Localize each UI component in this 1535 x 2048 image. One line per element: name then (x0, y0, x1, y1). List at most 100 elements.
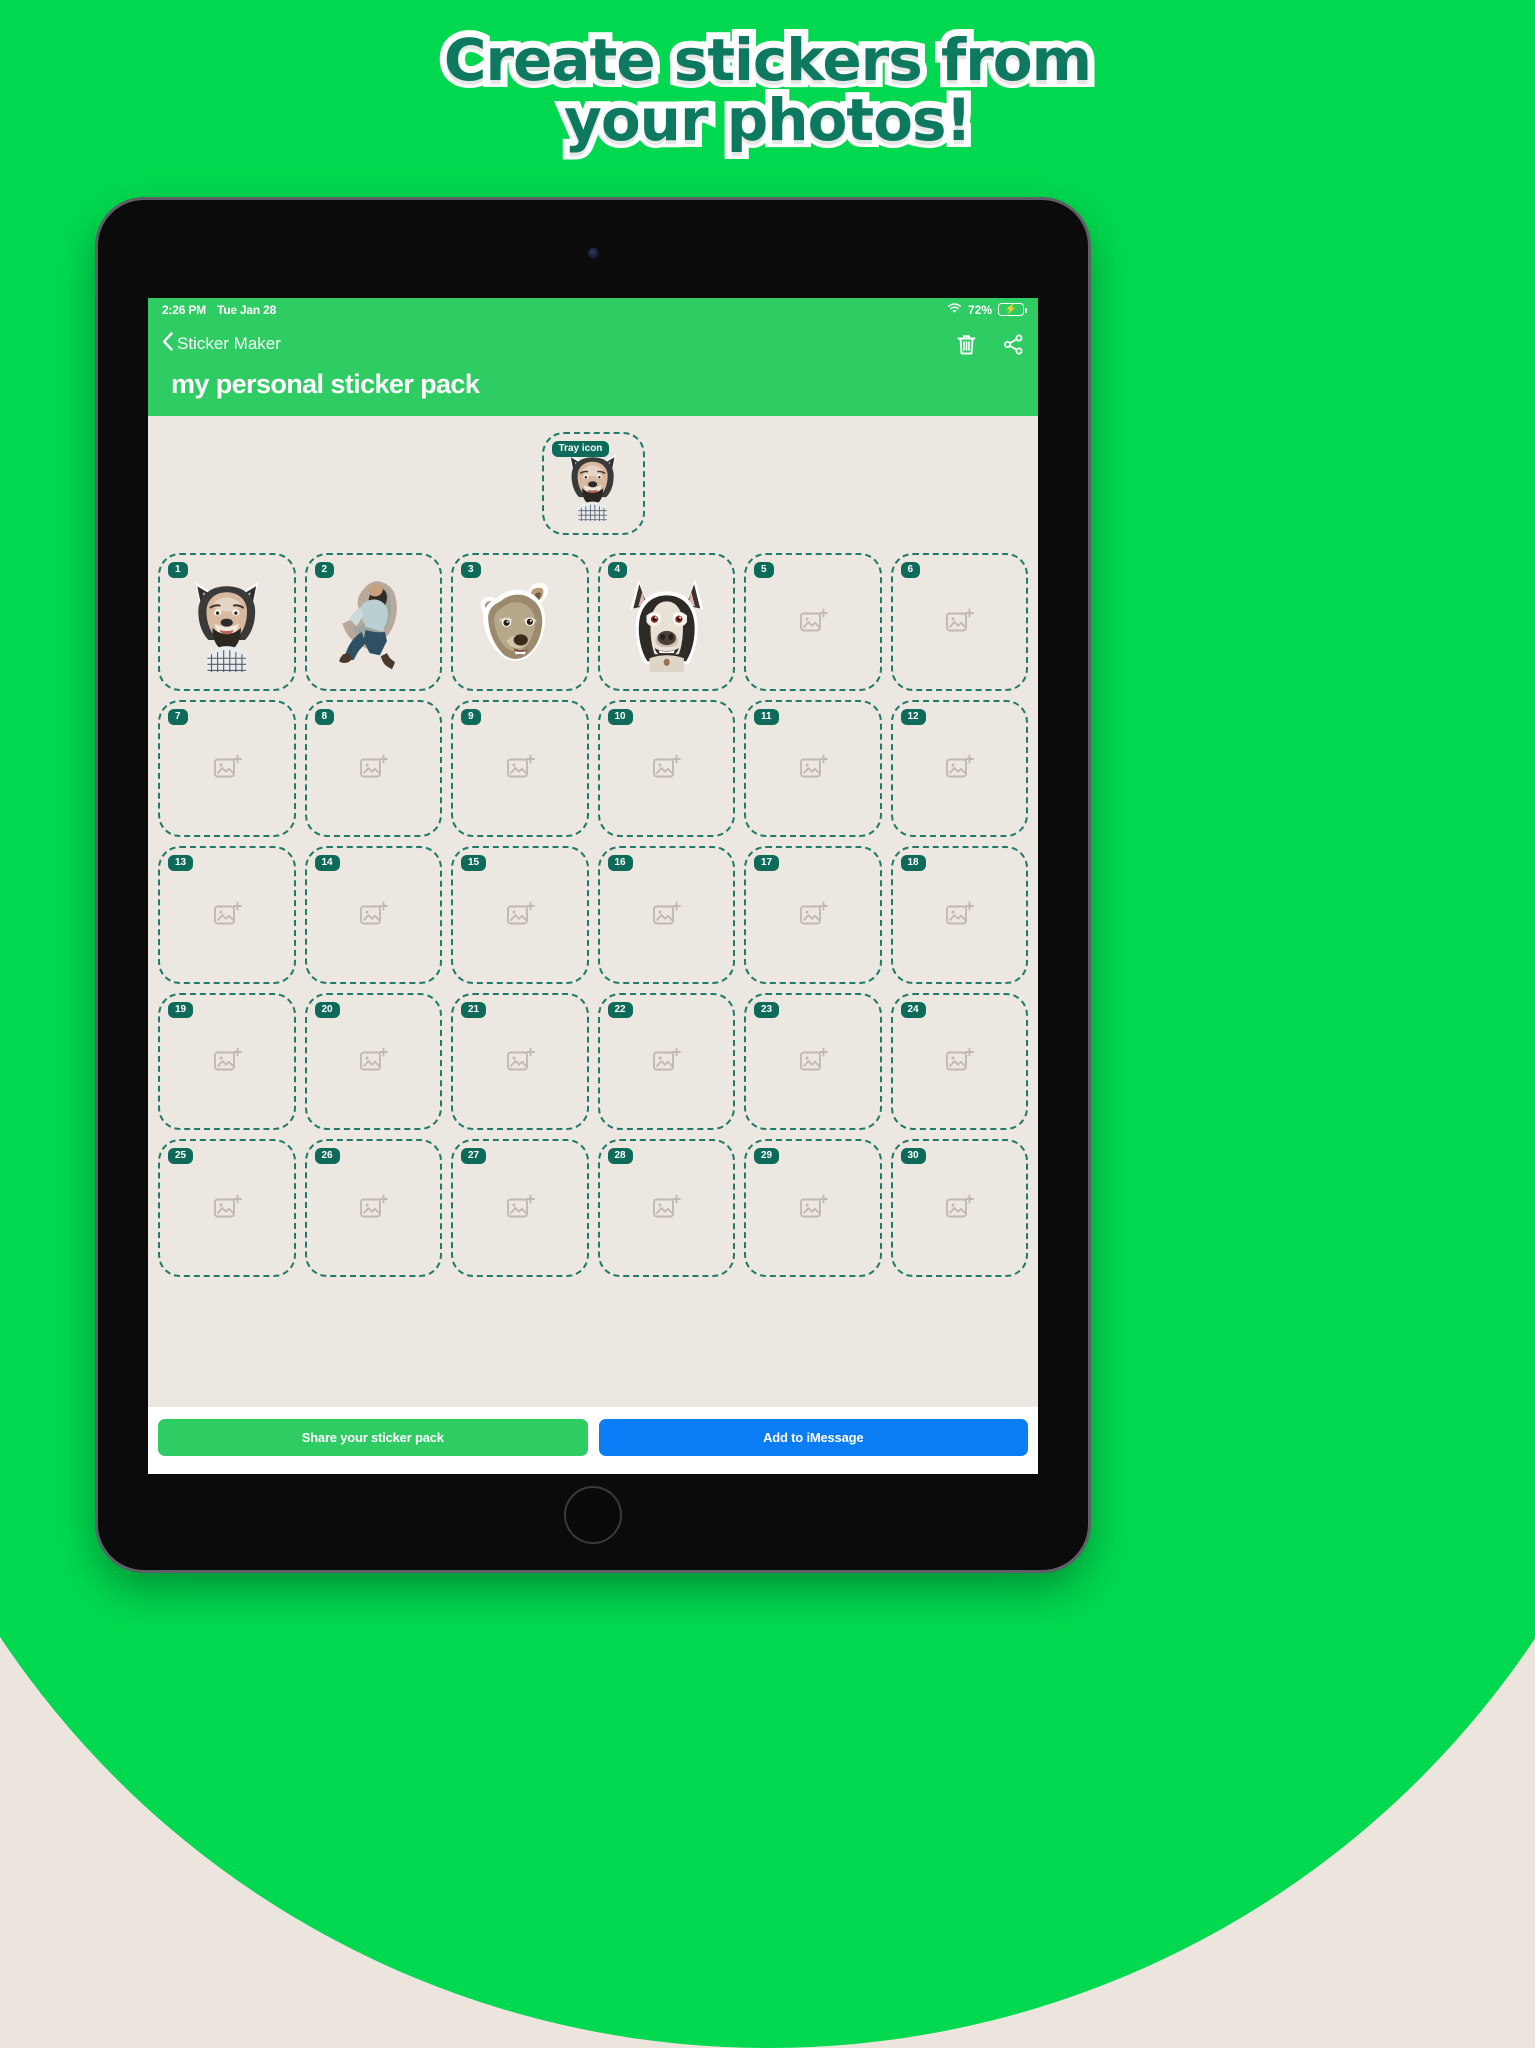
sticker-slot-13[interactable]: 13 (158, 846, 296, 984)
home-button[interactable] (564, 1486, 622, 1544)
sticker-slot-22[interactable]: 22 (597, 992, 735, 1130)
sticker-slot-badge: 15 (461, 855, 487, 871)
add-photo-icon (653, 1047, 682, 1071)
ipad-device-frame: 2:26 PM Tue Jan 28 72% ⚡ Sticker Maker m… (98, 200, 1088, 1570)
sticker-slot-badge: 1 (168, 562, 188, 578)
sticker-slot-badge: 7 (168, 708, 188, 725)
sticker-slot-21[interactable]: 21 (451, 992, 589, 1130)
add-photo-icon (799, 1047, 828, 1071)
sticker-slot-6[interactable]: 6 (890, 553, 1028, 691)
front-camera (587, 248, 599, 259)
add-photo-icon (799, 608, 828, 632)
add-photo-icon (653, 1194, 682, 1218)
sticker-slot-badge: 2 (314, 562, 335, 578)
sticker-slot-badge: 23 (754, 1001, 780, 1018)
sticker-slot-11[interactable]: 11 (744, 699, 882, 837)
sticker-slot-badge: 3 (461, 562, 481, 578)
wolf-face-man-sticker (569, 454, 617, 522)
sticker-slot-badge: 13 (168, 855, 194, 871)
sticker-slot-badge: 27 (461, 1148, 487, 1164)
sticker-slot-16[interactable]: 16 (597, 846, 735, 984)
sticker-slot-badge: 30 (900, 1148, 926, 1164)
sticker-slot-1[interactable]: 1 (158, 553, 296, 691)
jumping-man-sticker (338, 581, 397, 670)
sticker-slot-18[interactable]: 18 (890, 846, 1028, 984)
add-photo-icon (360, 1047, 389, 1071)
sticker-canvas: Tray icon 1 2 3 4 5 6 7 8 9 10 11 12 13 … (148, 416, 1038, 1407)
sticker-slot-19[interactable]: 19 (158, 992, 296, 1130)
add-photo-icon (213, 754, 242, 778)
sticker-slot-9[interactable]: 9 (451, 699, 589, 837)
wolf-face-man-sticker (195, 582, 259, 673)
add-photo-icon (213, 901, 242, 925)
trash-icon[interactable] (956, 333, 977, 356)
add-photo-icon (360, 754, 389, 778)
add-photo-icon (506, 1194, 535, 1218)
add-photo-icon (506, 754, 535, 778)
sticker-slot-2[interactable]: 2 (304, 553, 442, 691)
status-bar: 2:26 PM Tue Jan 28 72% ⚡ (148, 298, 1038, 321)
sticker-slot-7[interactable]: 7 (158, 699, 296, 837)
sticker-slot-12[interactable]: 12 (890, 699, 1028, 837)
sticker-slot-30[interactable]: 30 (890, 1139, 1028, 1277)
sticker-slot-badge: 10 (607, 708, 633, 725)
navigation-bar-top-row: Sticker Maker (162, 325, 1024, 363)
sticker-slot-24[interactable]: 24 (890, 992, 1028, 1130)
sticker-slot-badge: 11 (754, 708, 779, 725)
sticker-slot-badge: 20 (314, 1001, 340, 1018)
sticker-slot-badge: 29 (754, 1148, 780, 1164)
sticker-slot-26[interactable]: 26 (304, 1139, 442, 1277)
sticker-slot-badge: 25 (168, 1148, 194, 1164)
tray-icon-badge: Tray icon (551, 441, 610, 457)
sticker-slot-badge: 8 (314, 708, 335, 725)
sticker-grid: 1 2 3 4 5 6 7 8 9 10 11 12 13 14 15 16 1… (158, 553, 1028, 1277)
add-photo-icon (213, 1194, 242, 1218)
add-photo-icon (946, 608, 975, 632)
back-button[interactable]: Sticker Maker (162, 332, 281, 356)
wifi-icon (947, 302, 962, 317)
navigation-actions (956, 333, 1024, 356)
add-photo-icon (946, 754, 975, 778)
sticker-slot-badge: 17 (754, 855, 780, 871)
husky-face-sticker (629, 579, 703, 673)
add-photo-icon (360, 901, 389, 925)
add-photo-icon (653, 901, 682, 925)
share-icon[interactable] (1003, 334, 1024, 355)
status-bar-left: 2:26 PM Tue Jan 28 (162, 303, 276, 317)
add-photo-icon (946, 1194, 975, 1218)
status-time: 2:26 PM (162, 302, 206, 317)
add-photo-icon (799, 901, 828, 925)
sticker-slot-25[interactable]: 25 (158, 1139, 296, 1277)
sticker-slot-4[interactable]: 4 (597, 553, 735, 691)
add-photo-icon (799, 754, 828, 778)
sticker-slot-23[interactable]: 23 (744, 992, 882, 1130)
sticker-slot-badge: 4 (607, 562, 628, 578)
add-to-imessage-button[interactable]: Add to iMessage (598, 1419, 1028, 1456)
sticker-slot-badge: 18 (900, 855, 926, 871)
sticker-slot-10[interactable]: 10 (597, 699, 735, 837)
sticker-slot-5[interactable]: 5 (744, 553, 882, 691)
sticker-slot-8[interactable]: 8 (304, 699, 442, 837)
navigation-bar: Sticker Maker my personal sticker pack (148, 321, 1038, 416)
add-photo-icon (946, 1047, 975, 1071)
share-sticker-pack-button[interactable]: Share your sticker pack (158, 1419, 588, 1456)
sticker-slot-badge: 26 (314, 1148, 340, 1164)
sticker-slot-badge: 5 (754, 562, 774, 578)
sticker-slot-3[interactable]: 3 (451, 553, 589, 691)
add-photo-icon (946, 901, 975, 925)
sticker-slot-15[interactable]: 15 (451, 846, 589, 984)
page-title: my personal sticker pack (171, 369, 480, 399)
add-photo-icon (213, 1047, 242, 1071)
sticker-slot-badge: 9 (461, 708, 481, 725)
tray-icon-slot[interactable]: Tray icon (541, 432, 645, 535)
sticker-slot-27[interactable]: 27 (451, 1139, 589, 1277)
back-button-label: Sticker Maker (177, 334, 281, 353)
sticker-slot-17[interactable]: 17 (744, 846, 882, 984)
tray-icon-row: Tray icon (158, 432, 1028, 535)
sticker-slot-14[interactable]: 14 (304, 846, 442, 984)
sticker-slot-28[interactable]: 28 (597, 1139, 735, 1277)
sticker-slot-20[interactable]: 20 (304, 992, 442, 1130)
status-date: Tue Jan 28 (216, 302, 277, 317)
add-photo-icon (799, 1194, 828, 1218)
sticker-slot-29[interactable]: 29 (744, 1139, 882, 1277)
